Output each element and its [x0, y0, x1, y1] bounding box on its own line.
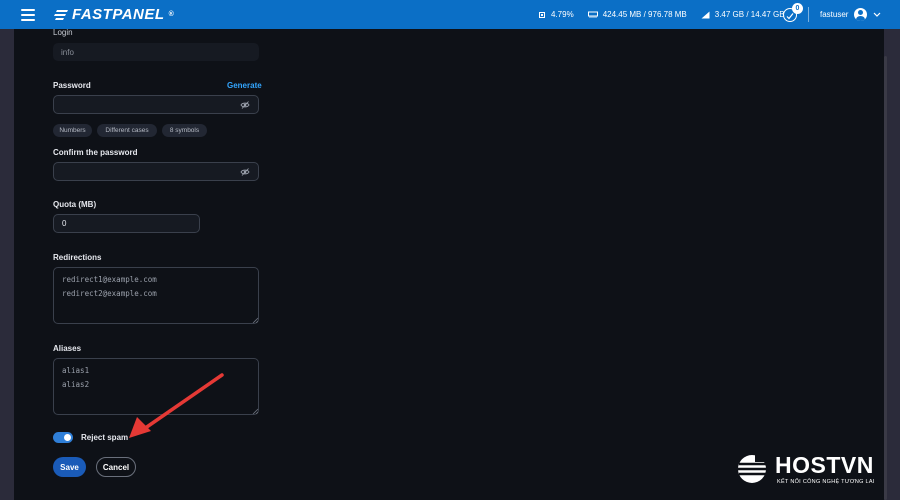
- generate-password-link[interactable]: Generate: [227, 81, 262, 90]
- header-divider: [808, 7, 809, 22]
- eye-off-icon[interactable]: [240, 100, 250, 110]
- password-input[interactable]: [53, 95, 259, 114]
- hostvn-logo-icon: [737, 454, 771, 483]
- redirections-textarea[interactable]: redirect1@example.com redirect2@example.…: [53, 267, 259, 324]
- notifications-button[interactable]: 0: [782, 3, 803, 23]
- hostvn-tagline: KẾT NỐI CÔNG NGHỆ TƯƠNG LAI: [777, 479, 875, 485]
- username: fastuser: [820, 10, 849, 19]
- cancel-button[interactable]: Cancel: [96, 457, 136, 477]
- reject-spam-label: Reject spam: [81, 433, 129, 442]
- logo-icon: [54, 9, 68, 20]
- redirections-label: Redirections: [53, 253, 102, 262]
- reject-spam-toggle[interactable]: [53, 432, 73, 443]
- page-scrollbar[interactable]: [884, 56, 887, 500]
- server-stats: 4.79% 424.45 MB / 976.78 MB 3.47 GB / 14…: [538, 0, 799, 29]
- cpu-value: 4.79%: [551, 10, 574, 19]
- annotation-arrow-icon: [129, 373, 224, 438]
- hostvn-brand: HOSTVN: [775, 452, 874, 478]
- hostvn-watermark: HOSTVN KẾT NỐI CÔNG NGHỆ TƯƠNG LAI: [737, 452, 882, 490]
- user-icon: [854, 8, 868, 21]
- cpu-stat: 4.79%: [538, 10, 574, 19]
- ram-stat: 424.45 MB / 976.78 MB: [587, 10, 687, 19]
- ram-value: 424.45 MB / 976.78 MB: [602, 10, 687, 19]
- password-label: Password: [53, 81, 91, 90]
- cpu-icon: [539, 11, 545, 18]
- menu-icon[interactable]: [21, 8, 35, 21]
- fastpanel-logo[interactable]: FASTPANEL ®: [54, 6, 174, 23]
- chevron-down-icon: [874, 12, 881, 17]
- resize-grip-icon[interactable]: [252, 408, 258, 414]
- login-label: Login: [53, 28, 73, 37]
- aliases-label: Aliases: [53, 344, 82, 353]
- quota-label: Quota (MB): [53, 200, 97, 209]
- ram-icon: [587, 11, 598, 18]
- eye-off-icon[interactable]: [240, 167, 250, 177]
- logo-text: FASTPANEL: [72, 6, 165, 23]
- confirm-password-input[interactable]: [53, 162, 259, 181]
- notification-badge: 0: [792, 3, 803, 14]
- user-menu[interactable]: fastuser: [820, 0, 881, 29]
- hint-chip-numbers: Numbers: [53, 124, 92, 137]
- resize-grip-icon[interactable]: [252, 317, 258, 323]
- disk-icon: [701, 11, 710, 18]
- login-field: info: [53, 43, 259, 61]
- disk-value: 3.47 GB / 14.47 GB: [714, 10, 785, 19]
- hint-chip-cases: Different cases: [97, 124, 157, 137]
- logo-registered-mark: ®: [168, 11, 175, 18]
- toggle-knob: [64, 434, 71, 441]
- disk-stat: 3.47 GB / 14.47 GB: [701, 10, 785, 19]
- top-bar: FASTPANEL ® 4.79% 424.45 MB / 976.78 MB 3…: [0, 0, 900, 29]
- hint-chip-symbols: 8 symbols: [162, 124, 207, 137]
- quota-input[interactable]: 0: [53, 214, 200, 233]
- confirm-password-label: Confirm the password: [53, 148, 138, 157]
- save-button[interactable]: Save: [53, 457, 86, 477]
